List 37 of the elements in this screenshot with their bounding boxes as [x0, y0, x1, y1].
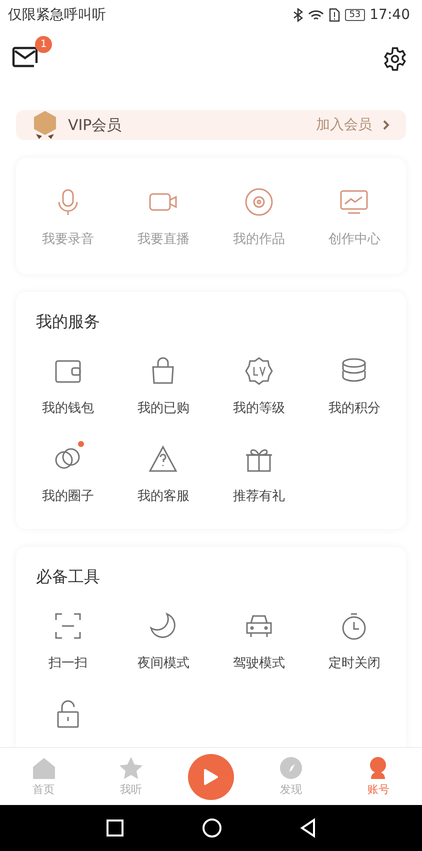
- warning-question-icon: [147, 443, 180, 475]
- service-label[interactable]: 推荐有礼: [232, 487, 285, 505]
- service-label[interactable]: 我的客服: [137, 487, 190, 505]
- service-label[interactable]: 我的积分: [328, 399, 380, 417]
- back-icon[interactable]: [300, 818, 316, 838]
- settings-icon[interactable]: [382, 46, 408, 72]
- mail-icon[interactable]: [12, 46, 38, 68]
- tool-label[interactable]: 驾驶模式: [232, 654, 285, 672]
- service-label[interactable]: 我的圈子: [42, 487, 94, 505]
- vip-badge-icon: [32, 110, 58, 140]
- carrier-text: 仅限紧急呼叫听: [8, 6, 106, 24]
- vip-banner[interactable]: VIP会员 加入会员: [16, 110, 406, 140]
- battery-level: 53: [345, 9, 365, 21]
- wifi-icon: [308, 8, 324, 22]
- section-title: 我的服务: [35, 312, 101, 333]
- service-label[interactable]: 我的已购: [137, 399, 190, 417]
- bluetooth-icon: [293, 8, 304, 22]
- tool-label[interactable]: 扫一扫: [48, 654, 88, 672]
- service-label[interactable]: 我的等级: [232, 399, 285, 417]
- play-icon: [202, 768, 219, 786]
- section-title: 必备工具: [35, 567, 101, 588]
- tool-label[interactable]: 定时关闭: [328, 654, 380, 672]
- sim-icon: [329, 8, 340, 22]
- disc-icon: [242, 186, 275, 218]
- chevron-right-icon: [382, 119, 390, 131]
- home-icon: [30, 756, 57, 780]
- home-circle-icon[interactable]: [202, 818, 222, 838]
- recent-apps-icon[interactable]: [106, 819, 124, 837]
- service-label[interactable]: 我的钱包: [42, 399, 94, 417]
- vip-title: VIP会员: [68, 116, 123, 134]
- tool-label[interactable]: 夜间模式: [137, 654, 190, 672]
- compass-icon: [278, 756, 304, 780]
- star-icon: [118, 756, 144, 780]
- clock-time: 17:40: [370, 7, 410, 23]
- level-badge-icon: [242, 355, 275, 387]
- unread-badge: 1: [35, 36, 52, 53]
- play-button[interactable]: [188, 754, 234, 800]
